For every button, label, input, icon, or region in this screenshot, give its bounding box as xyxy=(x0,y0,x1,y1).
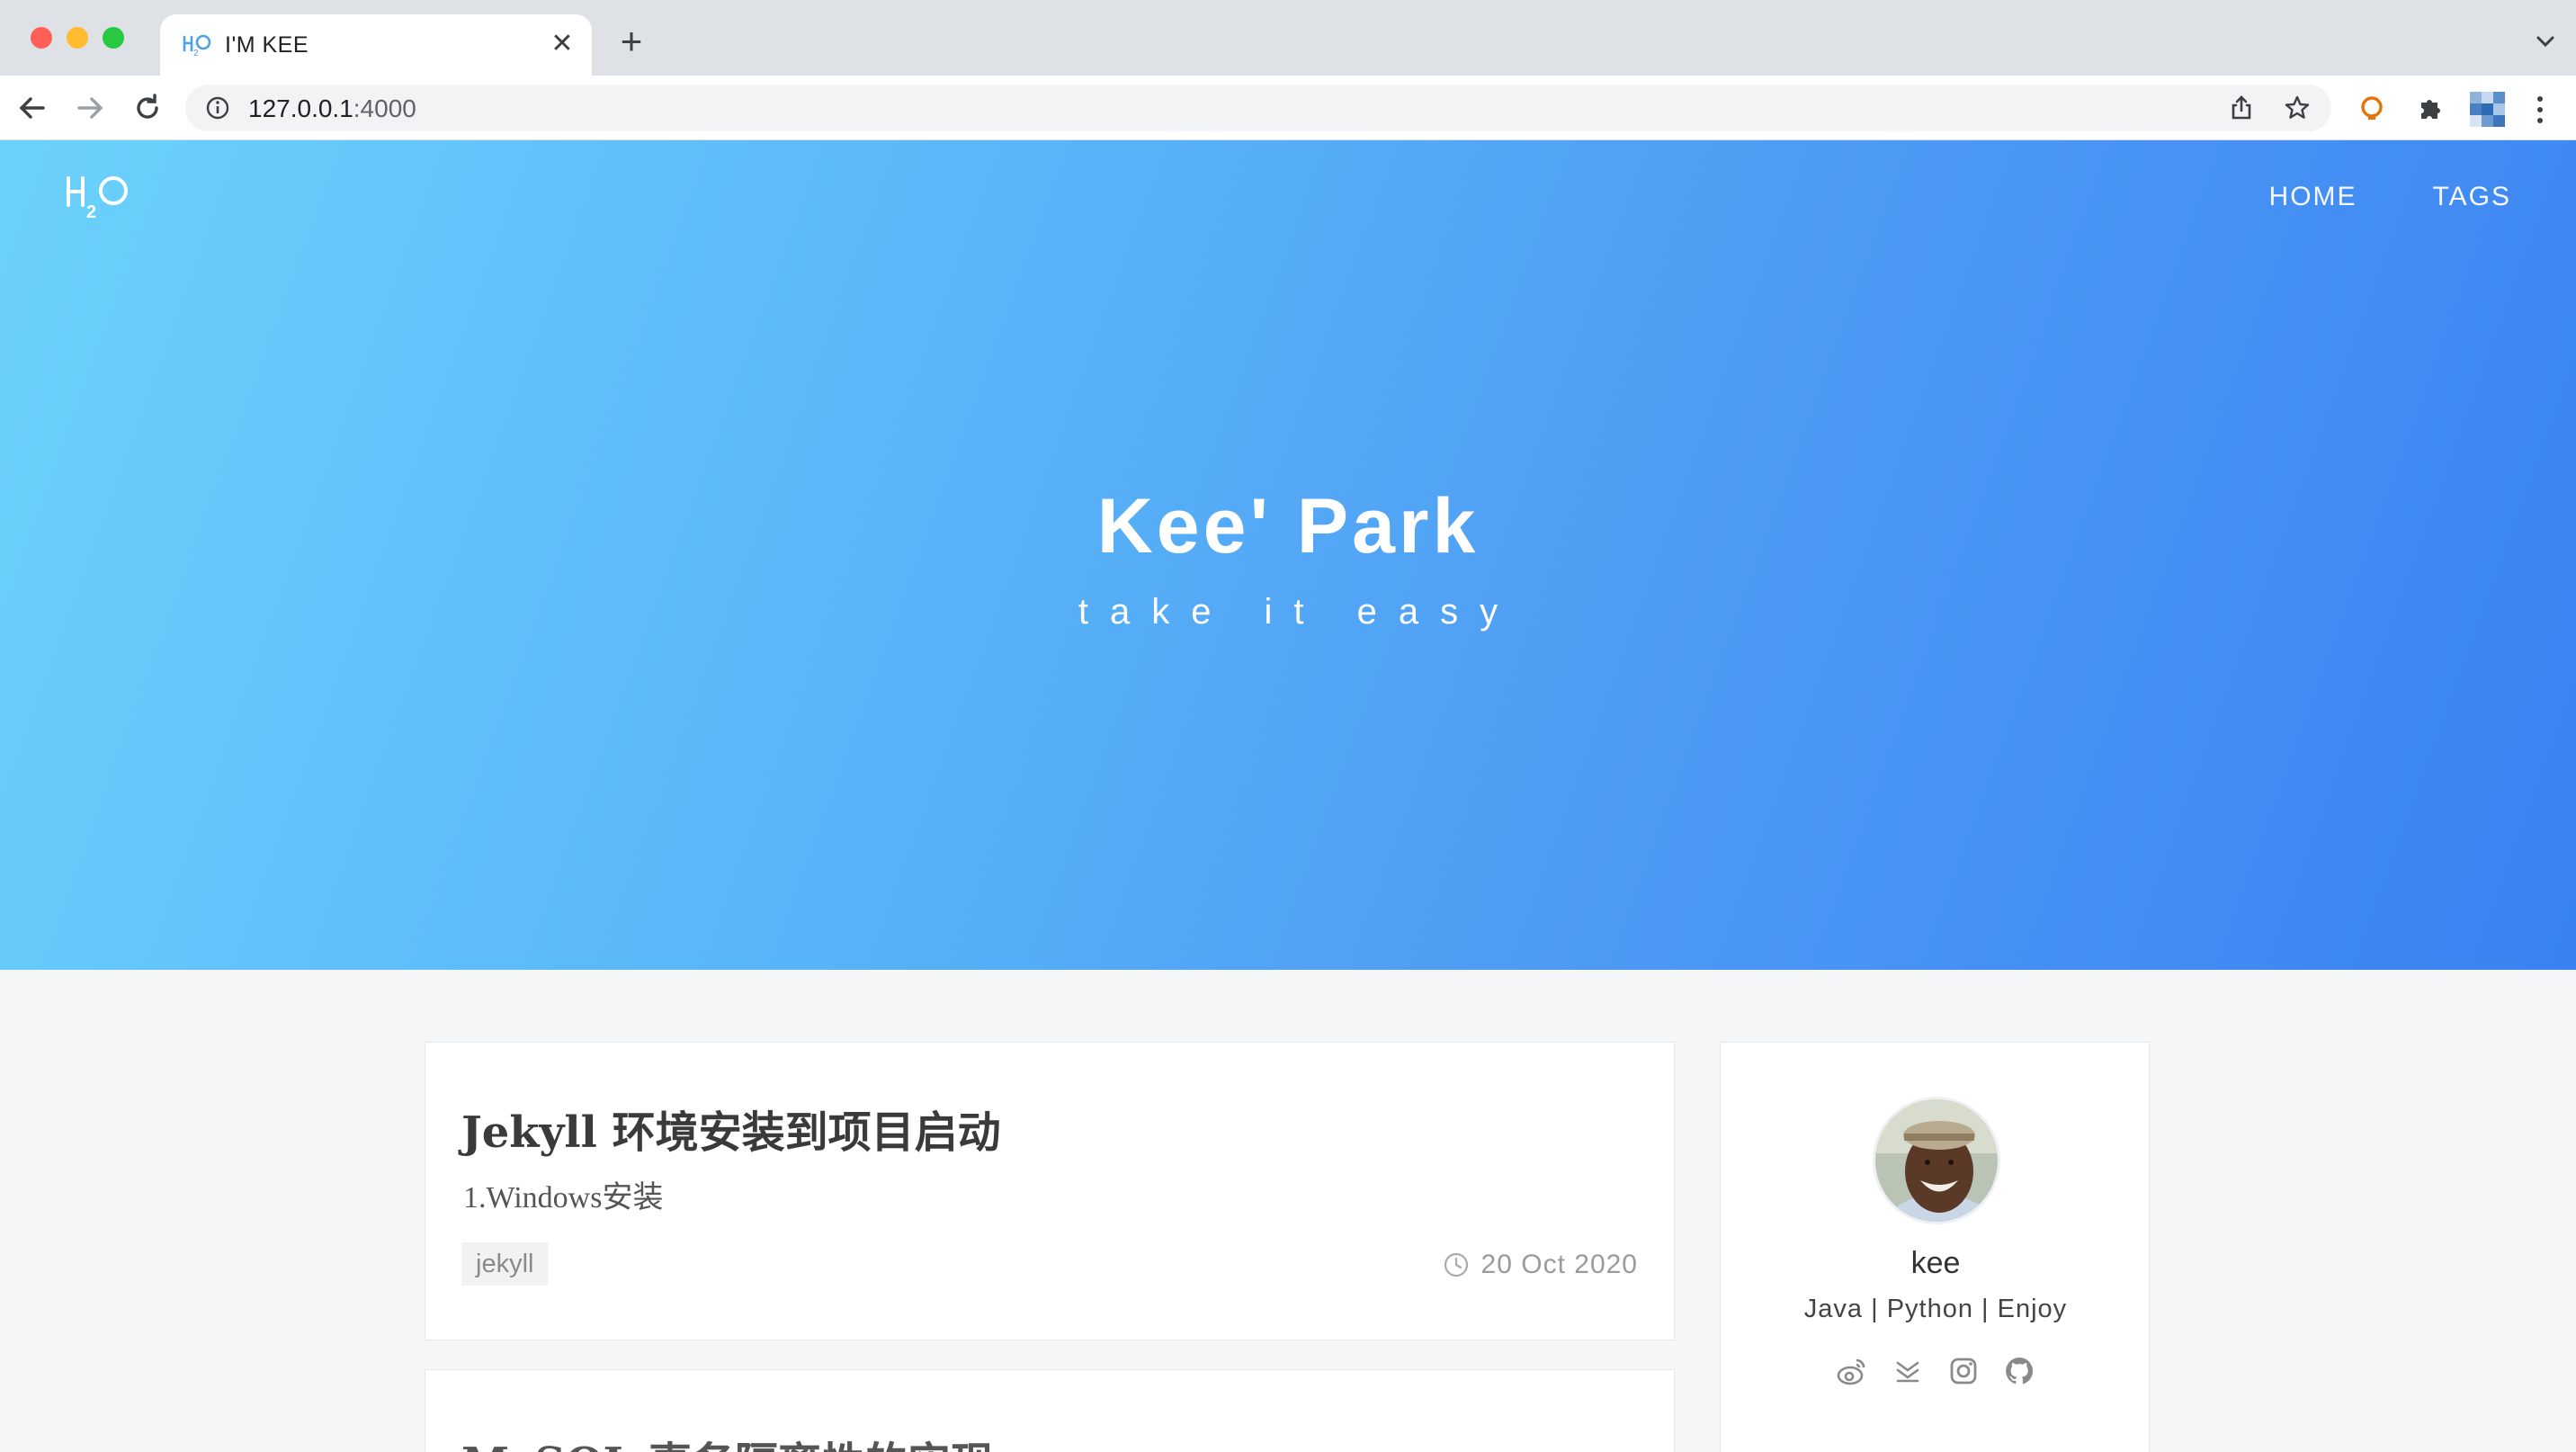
weibo-icon[interactable] xyxy=(1835,1354,1869,1388)
avatar-image xyxy=(1875,1099,1998,1222)
extension-bulb-icon[interactable] xyxy=(2357,94,2387,124)
url-text[interactable]: 127.0.0.1:4000 xyxy=(248,94,416,123)
site-title: Kee' Park xyxy=(1096,483,1480,569)
clock-icon xyxy=(1444,1252,1468,1277)
browser-tab-active[interactable]: 2 I'M KEE ✕ xyxy=(160,14,592,76)
new-tab-button[interactable]: + xyxy=(612,22,651,63)
site-logo[interactable]: 2 xyxy=(65,171,133,221)
post-excerpt: 1.Windows安装 xyxy=(463,1181,664,1214)
profile-avatar[interactable] xyxy=(2464,86,2511,133)
post-title[interactable]: Jekyll 环境安装到项目启动 xyxy=(461,1097,1001,1160)
maximize-window-button[interactable] xyxy=(103,27,124,49)
bookmark-star-icon[interactable] xyxy=(2283,94,2312,122)
url-port: :4000 xyxy=(353,94,416,122)
github-icon[interactable] xyxy=(2002,1354,2036,1388)
minimize-window-button[interactable] xyxy=(67,27,88,49)
post-date: 20 Oct 2020 xyxy=(1442,1250,1638,1280)
post-card[interactable]: Jekyll 环境安装到项目启动 1.Windows安装 jekyll 20 O… xyxy=(425,1042,1675,1340)
zhihu-icon[interactable] xyxy=(1891,1354,1925,1388)
post-date-text: 20 Oct 2020 xyxy=(1480,1250,1638,1279)
hero-banner: 2 HOME TAGS Kee' Park take it easy xyxy=(0,140,2576,970)
tab-title: I'M KEE xyxy=(225,32,309,58)
post-tag[interactable]: jekyll xyxy=(461,1242,549,1286)
avatar xyxy=(1873,1097,2000,1224)
nav-home-link[interactable]: HOME xyxy=(2269,182,2357,212)
forward-arrow-icon[interactable] xyxy=(70,88,110,128)
svg-text:2: 2 xyxy=(193,49,199,58)
social-links xyxy=(1721,1354,2151,1388)
post-card[interactable]: MySQL 事务隔离性的实现 xyxy=(425,1369,1675,1452)
back-arrow-icon[interactable] xyxy=(13,88,52,128)
h2o-favicon-icon: 2 xyxy=(183,34,211,58)
address-bar[interactable]: 127.0.0.1:4000 xyxy=(185,85,2331,131)
svg-text:2: 2 xyxy=(86,202,96,221)
profile-sidebar: kee Java | Python | Enjoy xyxy=(1720,1042,2150,1452)
browser-menu-icon[interactable] xyxy=(2531,92,2549,128)
nav-tags-link[interactable]: TAGS xyxy=(2433,182,2511,212)
chevron-down-icon[interactable] xyxy=(2531,27,2560,56)
close-window-button[interactable] xyxy=(31,27,52,49)
extensions-puzzle-icon[interactable] xyxy=(2414,94,2445,124)
site-nav: HOME TAGS xyxy=(2269,182,2511,212)
reload-icon[interactable] xyxy=(128,88,167,128)
info-icon[interactable] xyxy=(205,95,230,121)
tab-close-button[interactable]: ✕ xyxy=(545,27,579,61)
url-host: 127.0.0.1 xyxy=(248,94,353,122)
author-name: kee xyxy=(1910,1246,1961,1280)
share-icon[interactable] xyxy=(2227,94,2256,122)
site-subtitle: take it easy xyxy=(1078,592,1520,632)
browser-toolbar: 127.0.0.1:4000 xyxy=(0,76,2576,140)
author-description: Java | Python | Enjoy xyxy=(1803,1295,2068,1323)
instagram-icon[interactable] xyxy=(1946,1354,1981,1388)
post-title[interactable]: MySQL 事务隔离性的实现 xyxy=(461,1428,994,1452)
browser-tab-bar: 2 I'M KEE ✕ + xyxy=(0,0,2576,76)
